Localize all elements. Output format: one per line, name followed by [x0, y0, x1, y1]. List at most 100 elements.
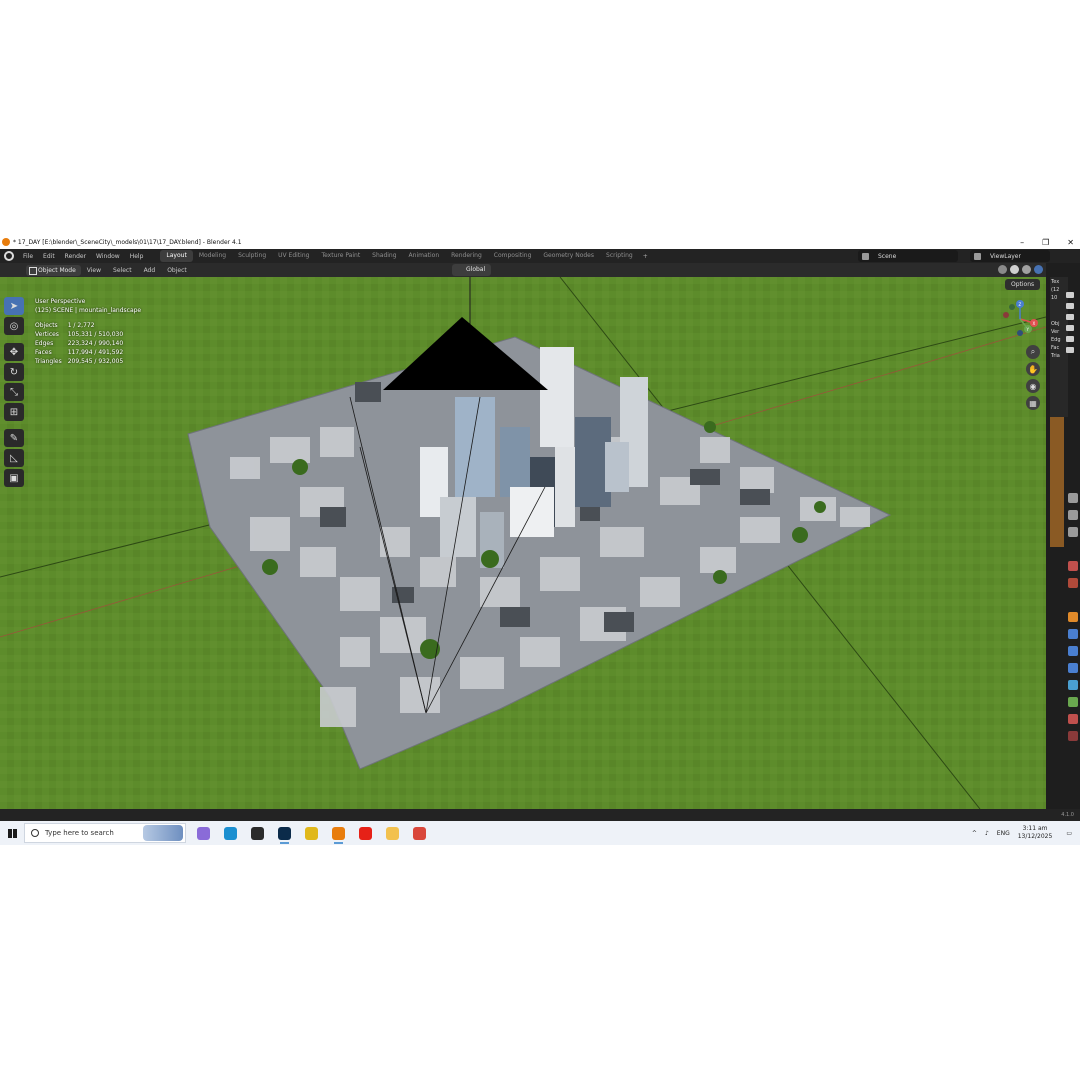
view-layer-name: ViewLayer: [990, 252, 1021, 260]
rotate-tool-icon[interactable]: ↻: [4, 363, 24, 381]
render-visibility-icon[interactable]: [1066, 347, 1074, 353]
taskbar-app[interactable]: [298, 821, 325, 845]
taskbar-app[interactable]: [217, 821, 244, 845]
menu-object[interactable]: Object: [161, 267, 193, 274]
taskbar-search-box[interactable]: Type here to search: [24, 823, 186, 843]
move-tool-icon[interactable]: ✥: [4, 343, 24, 361]
menu-select[interactable]: Select: [107, 267, 138, 274]
scene-props-icon[interactable]: [1068, 561, 1078, 571]
menu-file[interactable]: File: [18, 253, 38, 260]
render-visibility-icon[interactable]: [1066, 303, 1074, 309]
taskbar-app[interactable]: [244, 821, 271, 845]
output-props-icon[interactable]: [1068, 527, 1078, 537]
chrome-icon: [305, 826, 318, 840]
tab-shading[interactable]: Shading: [366, 250, 402, 262]
object-mode-dropdown[interactable]: Object Mode: [26, 264, 81, 276]
scene-selector[interactable]: Scene: [858, 250, 958, 262]
tab-modeling[interactable]: Modeling: [193, 250, 232, 262]
annotate-tool-icon[interactable]: ✎: [4, 429, 24, 447]
minimize-button[interactable]: –: [1020, 238, 1024, 247]
stats-row: Vertices 105,331 / 510,030: [35, 331, 124, 338]
tab-texture-paint[interactable]: Texture Paint: [315, 250, 366, 262]
tab-uv-editing[interactable]: UV Editing: [272, 250, 315, 262]
options-dropdown[interactable]: Options: [1005, 279, 1041, 290]
world-props-icon[interactable]: [1068, 578, 1078, 588]
menu-add[interactable]: Add: [138, 267, 162, 274]
copilot-icon: [197, 826, 210, 840]
windows-taskbar: Type here to search ^ ♪ ENG 3:11 am 13/1…: [0, 821, 1080, 845]
add-workspace-button[interactable]: +: [639, 253, 652, 260]
hidden-icons-chevron-icon[interactable]: ^: [972, 830, 977, 837]
scale-tool-icon[interactable]: ⤡: [4, 383, 24, 401]
render-visibility-icon[interactable]: [1066, 292, 1074, 298]
tab-layout[interactable]: Layout: [160, 250, 193, 262]
language-indicator[interactable]: ENG: [997, 830, 1010, 837]
scene-icon: [862, 252, 869, 260]
measure-tool-icon[interactable]: ◺: [4, 449, 24, 467]
maximize-button[interactable]: ❐: [1042, 238, 1049, 247]
stats-row: Edges 223,324 / 990,140: [35, 340, 124, 347]
add-cube-tool-icon[interactable]: ▣: [4, 469, 24, 487]
menu-edit[interactable]: Edit: [38, 253, 60, 260]
render-visibility-icon[interactable]: [1066, 325, 1074, 331]
status-bar: 4.1.0: [0, 809, 1080, 821]
tab-compositing[interactable]: Compositing: [488, 250, 538, 262]
physics-props-icon[interactable]: [1068, 663, 1078, 673]
camera-view-icon[interactable]: ◉: [1026, 379, 1040, 393]
menu-help[interactable]: Help: [125, 253, 149, 260]
stats-row: Objects 1 / 2,772: [35, 322, 95, 329]
steam-icon: [251, 826, 264, 840]
photoshop-icon: [278, 826, 291, 840]
taskbar-app[interactable]: [406, 821, 433, 845]
material-shading-icon[interactable]: [1022, 265, 1031, 274]
taskbar-app[interactable]: [379, 821, 406, 845]
volume-icon[interactable]: ♪: [985, 830, 989, 837]
particles-props-icon[interactable]: [1068, 646, 1078, 656]
blender-logo-icon[interactable]: [4, 251, 14, 261]
taskbar-app[interactable]: [190, 821, 217, 845]
tab-geometry-nodes[interactable]: Geometry Nodes: [537, 250, 600, 262]
3d-viewport[interactable]: [0, 277, 1046, 809]
material-props-icon[interactable]: [1068, 714, 1078, 724]
select-box-tool-icon[interactable]: ➤: [4, 297, 24, 315]
solid-shading-icon[interactable]: [1010, 265, 1019, 274]
menu-window[interactable]: Window: [91, 253, 125, 260]
notifications-icon[interactable]: ▭: [1066, 830, 1072, 837]
taskbar-app[interactable]: [271, 821, 298, 845]
modifier-props-icon[interactable]: [1068, 629, 1078, 639]
data-props-icon[interactable]: [1068, 697, 1078, 707]
clock[interactable]: 3:11 am 13/12/2025: [1018, 825, 1053, 841]
viewport-scene: [0, 277, 1046, 809]
rendered-shading-icon[interactable]: [1034, 265, 1043, 274]
tab-animation[interactable]: Animation: [403, 250, 446, 262]
perspective-toggle-icon[interactable]: ▦: [1026, 396, 1040, 410]
tab-rendering[interactable]: Rendering: [445, 250, 488, 262]
pan-hand-icon[interactable]: ✋: [1026, 362, 1040, 376]
render-visibility-icon[interactable]: [1066, 314, 1074, 320]
menu-render[interactable]: Render: [60, 253, 91, 260]
tool-props-icon[interactable]: [1068, 493, 1078, 503]
tab-scripting[interactable]: Scripting: [600, 250, 639, 262]
wireframe-shading-icon[interactable]: [998, 265, 1007, 274]
render-props-icon[interactable]: [1068, 510, 1078, 520]
stats-row: Triangles 209,545 / 932,005: [35, 358, 124, 365]
taskbar-app[interactable]: [325, 821, 352, 845]
texture-props-icon[interactable]: [1068, 731, 1078, 741]
start-button[interactable]: [0, 821, 24, 845]
clock-date: 13/12/2025: [1017, 833, 1053, 840]
close-button[interactable]: ✕: [1067, 238, 1074, 247]
object-props-icon[interactable]: [1068, 612, 1078, 622]
cursor-tool-icon[interactable]: ◎: [4, 317, 24, 335]
transform-orientation-dropdown[interactable]: Global: [452, 264, 492, 276]
taskbar-app[interactable]: [352, 821, 379, 845]
menu-view[interactable]: View: [81, 267, 107, 274]
window-titlebar: * 17_DAY [E:\blender\_SceneCity\_models\…: [0, 235, 1080, 249]
zoom-icon[interactable]: ⌕: [1026, 345, 1040, 359]
view-layer-selector[interactable]: ViewLayer: [970, 250, 1050, 262]
pinned-apps: [190, 821, 433, 845]
render-visibility-icon[interactable]: [1066, 336, 1074, 342]
transform-tool-icon[interactable]: ⊞: [4, 403, 24, 421]
tab-sculpting[interactable]: Sculpting: [232, 250, 272, 262]
constraints-props-icon[interactable]: [1068, 680, 1078, 690]
navigation-gizmo[interactable]: X Y Z: [1000, 299, 1040, 339]
